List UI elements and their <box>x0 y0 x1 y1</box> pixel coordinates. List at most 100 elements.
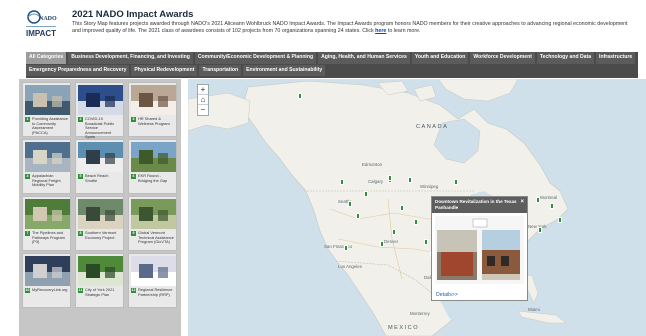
project-card[interactable]: 11 City of York 2021 Strategic Plan <box>75 253 124 308</box>
tab-youth-and-education[interactable]: Youth and Education <box>411 52 469 64</box>
close-icon[interactable]: × <box>520 199 524 205</box>
project-thumbnail <box>25 142 70 172</box>
project-number-badge: 9 <box>131 231 136 236</box>
story-map-app: NADO IMPACT 2021 NADO Impact Awards This… <box>0 0 646 336</box>
project-card-label: 4 Appalachian Regional Freight Mobility P… <box>23 172 70 188</box>
project-number-badge: 2 <box>78 117 83 122</box>
project-thumbnail <box>25 199 70 229</box>
tab-emergency-preparedness-and-recovery[interactable]: Emergency Preparedness and Recovery <box>26 64 130 76</box>
tab-community-economic-development-planning[interactable]: Community/Economic Development & Plannin… <box>194 52 317 64</box>
project-card[interactable]: 7 The Pipelines and Pathways Program (P3) <box>22 196 71 251</box>
project-card[interactable]: 1 Providing Assistance to Community Asses… <box>22 82 71 137</box>
project-thumbnail <box>131 256 176 286</box>
project-number-badge: 3 <box>131 117 136 122</box>
tab-physical-redevelopment[interactable]: Physical Redevelopment <box>131 64 198 76</box>
project-popup: Downtown Revitalization in the Texas Pan… <box>431 196 528 301</box>
project-card-label: 6 EKR Round - Bridging the Gap <box>129 172 176 183</box>
project-thumbnail <box>78 199 123 229</box>
tab-infrastructure[interactable]: Infrastructure <box>596 52 636 64</box>
map-pin[interactable] <box>388 175 392 181</box>
tab-transportation[interactable]: Transportation <box>199 64 242 76</box>
map-pin[interactable] <box>348 201 352 207</box>
project-card[interactable]: 2 COVID-19 Broadcast Public Service Annou… <box>75 82 124 140</box>
map-pin[interactable] <box>454 179 458 185</box>
project-number-badge: 1 <box>25 117 30 122</box>
project-card-label: 5 Beach Reach Shuttle <box>76 172 123 183</box>
zoom-out-button[interactable]: − <box>198 105 208 115</box>
project-title: Southern Vermont Economy Project <box>85 230 117 240</box>
map-pin[interactable] <box>340 179 344 185</box>
project-thumbnail <box>78 142 123 172</box>
project-title: City of York 2021 Strategic Plan <box>85 287 115 297</box>
tab-environment-and-sustainability[interactable]: Environment and Sustainability <box>243 64 326 76</box>
project-card-label: 2 COVID-19 Broadcast Public Service Annou… <box>76 115 123 140</box>
tab-workforce-development[interactable]: Workforce Development <box>470 52 535 64</box>
map-pin[interactable] <box>400 205 404 211</box>
map-label-montreal: Montreal <box>540 195 558 200</box>
project-title: Providing Assistance to Community Assess… <box>32 116 68 135</box>
project-title: MyRecoveryLink.org <box>32 287 68 292</box>
map-label-winnipeg: Winnipeg <box>420 184 439 189</box>
home-button[interactable]: ⌂ <box>198 95 208 105</box>
map-pin[interactable] <box>356 213 360 219</box>
project-number-badge: 7 <box>25 231 30 236</box>
project-card[interactable]: 12 Regional Resilience Partnership (RRP) <box>128 253 177 308</box>
project-sidebar[interactable]: 1 Providing Assistance to Community Asses… <box>19 79 181 336</box>
project-card[interactable]: 10 MyRecoveryLink.org <box>22 253 71 308</box>
tab-technology-and-data[interactable]: Technology and Data <box>536 52 595 64</box>
project-thumbnail <box>78 85 123 115</box>
project-card-label: 3 HR Shared & Wellness Program <box>129 115 176 126</box>
project-card[interactable]: 5 Beach Reach Shuttle <box>75 139 124 194</box>
project-thumbnail <box>25 85 70 115</box>
project-title: Appalachian Regional Freight Mobility Pl… <box>32 173 61 188</box>
map-pin[interactable] <box>344 245 348 251</box>
project-card-label: 9 Global Vermont Technical Assistance Pro… <box>129 229 176 245</box>
zoom-controls: + ⌂ − <box>197 84 209 116</box>
project-number-badge: 10 <box>25 288 30 293</box>
project-card[interactable]: 6 EKR Round - Bridging the Gap <box>128 139 177 194</box>
map-label-denver: Denver <box>384 239 399 244</box>
map-pin[interactable] <box>408 177 412 183</box>
zoom-in-button[interactable]: + <box>198 85 208 95</box>
map-pin[interactable] <box>536 197 540 203</box>
popup-title: Downtown Revitalization in the Texas Pan… <box>435 199 517 210</box>
map-pin[interactable] <box>550 203 554 209</box>
project-card[interactable]: 9 Global Vermont Technical Assistance Pro… <box>128 196 177 251</box>
map-pin[interactable] <box>298 93 302 99</box>
project-card[interactable]: 4 Appalachian Regional Freight Mobility P… <box>22 139 71 194</box>
map-view[interactable]: + ⌂ − CANADA Seattle Edmonton Calgary Wi… <box>188 79 646 336</box>
map-pin[interactable] <box>392 229 396 235</box>
nado-impact-logo: NADO IMPACT <box>24 8 58 42</box>
map-pin[interactable] <box>380 241 384 247</box>
project-thumbnail <box>131 199 176 229</box>
map-pin[interactable] <box>538 227 542 233</box>
learn-more-link[interactable]: here <box>375 28 386 34</box>
popup-header: Downtown Revitalization in the Texas Pan… <box>432 197 527 213</box>
project-card[interactable]: 3 HR Shared & Wellness Program <box>128 82 177 137</box>
project-thumbnail <box>131 142 176 172</box>
project-number-badge: 11 <box>78 288 83 293</box>
svg-text:IMPACT: IMPACT <box>26 29 56 38</box>
category-tabs: All Categories Business Development, Fina… <box>26 52 638 77</box>
project-title: Regional Resilience Partnership (RRP) <box>138 287 173 297</box>
svg-text:NADO: NADO <box>39 16 57 22</box>
map-pin[interactable] <box>424 239 428 245</box>
popup-image <box>435 216 524 284</box>
project-card-label: 1 Providing Assistance to Community Asses… <box>23 115 70 135</box>
project-thumbnail <box>25 256 70 286</box>
project-card[interactable]: 8 Southern Vermont Economy Project <box>75 196 124 251</box>
tab-aging-health-and-human-services[interactable]: Aging, Health, and Human Services <box>318 52 410 64</box>
map-label-canada: CANADA <box>416 124 449 130</box>
map-label-miami: Miami <box>528 307 540 312</box>
details-link[interactable]: Details>> <box>436 292 458 298</box>
project-number-badge: 12 <box>131 288 136 293</box>
project-title: Global Vermont Technical Assistance Prog… <box>138 230 174 245</box>
project-card-label: 7 The Pipelines and Pathways Program (P3) <box>23 229 70 245</box>
map-pin[interactable] <box>414 219 418 225</box>
tab-business-development-financing-and-investing[interactable]: Business Development, Financing, and Inv… <box>68 52 193 64</box>
project-number-badge: 8 <box>78 231 83 236</box>
tab-all-categories[interactable]: All Categories <box>26 52 67 64</box>
page-description: This Story Map features projects awarded… <box>72 21 628 35</box>
map-pin[interactable] <box>558 217 562 223</box>
map-pin[interactable] <box>364 191 368 197</box>
